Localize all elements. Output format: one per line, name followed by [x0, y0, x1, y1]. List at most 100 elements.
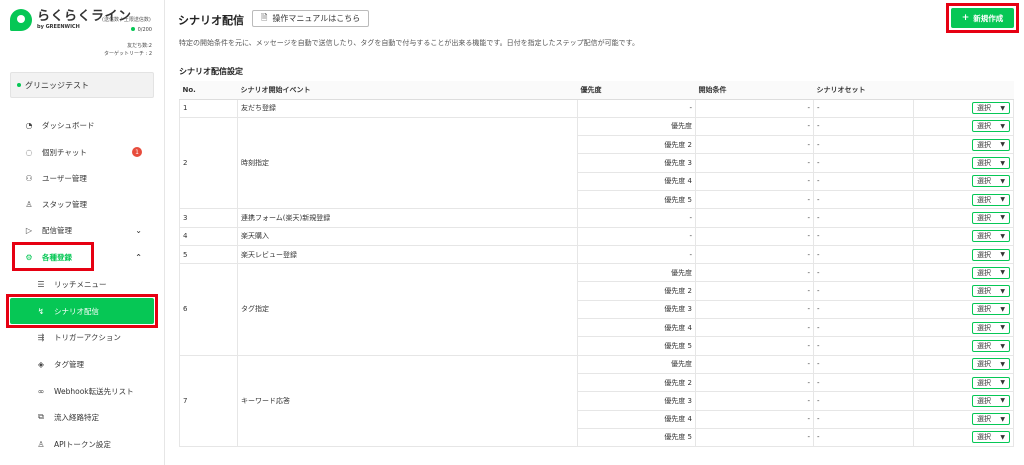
nav-tags-label: タグ管理	[54, 359, 84, 369]
row-action: 選択 ▼	[913, 98, 1014, 118]
row-condition: -	[695, 171, 814, 191]
select-dropdown[interactable]: 選択 ▼	[972, 376, 1010, 389]
select-dropdown[interactable]: 選択 ▼	[972, 321, 1010, 334]
select-label: 選択	[977, 250, 991, 259]
nav-api[interactable]: ♙ APIトークン設定	[10, 432, 154, 456]
row-scenario-set: -	[813, 135, 914, 155]
select-dropdown[interactable]: 選択 ▼	[972, 285, 1010, 298]
menu-icon: ☰	[37, 279, 45, 289]
row-scenario-set: -	[813, 116, 914, 137]
select-label: 選択	[977, 232, 991, 241]
row-priority: -	[577, 98, 696, 118]
nav-tags[interactable]: ◈ タグ管理	[10, 352, 154, 376]
highlight-registration	[12, 242, 94, 271]
new-create-label: 新規作成	[973, 13, 1004, 23]
nav-dashboard[interactable]: ◔ ダッシュボード	[10, 113, 154, 137]
select-dropdown[interactable]: 選択 ▼	[972, 431, 1010, 444]
select-dropdown[interactable]: 選択 ▼	[972, 138, 1010, 151]
nav-staff[interactable]: ♙ スタッフ管理	[10, 192, 154, 216]
row-action: 選択 ▼	[913, 391, 1014, 411]
row-condition: -	[695, 372, 814, 393]
row-action: 選択 ▼	[913, 189, 1014, 210]
tag-icon: ◈	[37, 359, 45, 369]
select-label: 選択	[977, 396, 991, 405]
caret-down-icon: ▼	[1000, 232, 1005, 240]
row-scenario-set: -	[813, 153, 914, 173]
nav-users[interactable]: ⚇ ユーザー管理	[10, 166, 154, 190]
row-action: 選択 ▼	[913, 354, 1014, 374]
nav-richmenu[interactable]: ☰ リッチメニュー	[10, 272, 154, 296]
nav-trigger[interactable]: ⇶ トリガーアクション	[10, 325, 154, 349]
row-condition: -	[695, 318, 814, 338]
row-condition: -	[695, 116, 814, 137]
row-action: 選択 ▼	[913, 318, 1014, 338]
nav-webhook[interactable]: ∞ Webhook転送先リスト	[10, 379, 154, 403]
account-name: グリニッジテスト	[25, 80, 89, 90]
select-label: 選択	[977, 177, 991, 186]
row-priority: 優先度 4	[577, 318, 696, 338]
select-dropdown[interactable]: 選択 ▼	[972, 303, 1010, 316]
nav-chat-label: 個別チャット	[42, 147, 87, 157]
row-action: 選択 ▼	[913, 299, 1014, 320]
select-dropdown[interactable]: 選択 ▼	[972, 413, 1010, 426]
chevron-down-icon: ⌄	[135, 225, 142, 235]
row-scenario-set: -	[813, 372, 914, 393]
page-description: 特定の開始条件を元に、メッセージを自動で送信したり、タグを自動で付与することが出…	[179, 39, 639, 47]
select-dropdown[interactable]: 選択 ▼	[972, 248, 1010, 261]
select-dropdown[interactable]: 選択 ▼	[972, 157, 1010, 170]
select-dropdown[interactable]: 選択 ▼	[972, 266, 1010, 279]
select-dropdown[interactable]: 選択 ▼	[972, 358, 1010, 371]
row-condition: -	[695, 354, 814, 374]
row-condition: -	[695, 135, 814, 155]
select-dropdown[interactable]: 選択 ▼	[972, 102, 1010, 115]
select-label: 選択	[977, 342, 991, 350]
col-no: No.	[179, 81, 238, 100]
row-scenario-set: -	[813, 427, 914, 448]
key-icon: ♙	[37, 439, 45, 449]
table-row: 4 楽天購入 - - - 選択 ▼	[179, 226, 1014, 246]
sidebar: らくらくライン by GREENWICH (送信数 / 上限送信数) 0/200…	[0, 0, 165, 465]
row-number: 4	[179, 226, 238, 246]
table-row: 5 楽天レビュー登録 - - - 選択 ▼	[179, 244, 1014, 265]
row-event: 楽天レビュー登録	[237, 244, 578, 265]
row-priority: 優先度	[577, 263, 696, 283]
row-priority: 優先度 2	[577, 281, 696, 301]
row-event: タグ指定	[237, 263, 578, 356]
row-event: キーワード応答	[237, 354, 578, 448]
route-icon: ⧉	[38, 412, 44, 421]
new-create-button[interactable]: + 新規作成	[951, 8, 1014, 28]
row-priority: -	[577, 226, 696, 246]
row-action: 選択 ▼	[913, 208, 1014, 228]
select-label: 選択	[977, 415, 991, 424]
select-dropdown[interactable]: 選択 ▼	[972, 193, 1010, 206]
row-event: 楽天購入	[237, 226, 578, 246]
nav-webhook-label: Webhook転送先リスト	[54, 386, 134, 396]
row-priority: 優先度 2	[577, 372, 696, 393]
select-dropdown[interactable]: 選択 ▼	[972, 394, 1010, 407]
select-dropdown[interactable]: 選択 ▼	[972, 230, 1010, 243]
select-dropdown[interactable]: 選択 ▼	[972, 120, 1010, 133]
row-priority: 優先度 3	[577, 299, 696, 320]
select-label: 選択	[977, 360, 991, 369]
select-dropdown[interactable]: 選択 ▼	[972, 175, 1010, 188]
row-condition: -	[695, 336, 814, 356]
select-dropdown[interactable]: 選択 ▼	[972, 211, 1010, 224]
table-row: 7 キーワード応答 優先度 - - 選択 ▼	[179, 354, 1014, 448]
section-title: シナリオ配信設定	[179, 67, 243, 76]
account-selector[interactable]: グリニッジテスト	[10, 72, 154, 98]
users-icon: ⚇	[25, 173, 33, 183]
row-scenario-set: -	[813, 318, 914, 338]
row-priority: 優先度 5	[577, 427, 696, 448]
row-scenario-set: -	[813, 189, 914, 210]
nav-richmenu-label: リッチメニュー	[54, 279, 107, 289]
nav-route[interactable]: ⧉ 流入経路特定	[10, 405, 154, 429]
send-count-value: 0/200	[137, 27, 152, 33]
send-count: 0/200	[130, 27, 152, 33]
select-dropdown[interactable]: 選択 ▼	[972, 340, 1010, 352]
table-row: 3 連携フォーム(楽天)新規登録 - - - 選択 ▼	[179, 208, 1014, 228]
nav-delivery[interactable]: ▷ 配信管理 ⌄	[10, 218, 154, 242]
manual-button[interactable]: 🗎 操作マニュアルはこちら	[252, 10, 370, 27]
select-label: 選択	[977, 378, 991, 387]
manual-button-label: 操作マニュアルはこちら	[272, 14, 361, 23]
caret-down-icon: ▼	[1000, 214, 1005, 222]
